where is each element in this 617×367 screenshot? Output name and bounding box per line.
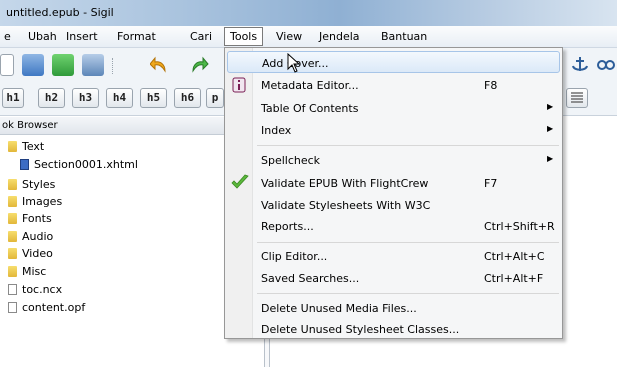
info-icon: [232, 77, 246, 93]
toolbar-separator: [112, 58, 113, 74]
undo-icon[interactable]: [149, 54, 170, 76]
window-title: untitled.epub - Sigil: [6, 6, 114, 19]
menu-item-reports[interactable]: Reports... Ctrl+Shift+R: [227, 215, 560, 237]
menu-file[interactable]: e: [4, 30, 11, 43]
tools-menu-dropdown: Add Cover... Metadata Editor... F8 Table…: [224, 47, 563, 339]
file-icon: [8, 284, 17, 295]
file-icon: [8, 302, 17, 313]
folder-icon: [8, 196, 17, 207]
folder-icon: [8, 141, 17, 152]
menu-view[interactable]: View: [276, 30, 302, 43]
menu-insert[interactable]: Insert: [66, 30, 98, 43]
menu-item-validate-epub[interactable]: Validate EPUB With FlightCrew F7: [227, 172, 560, 194]
menu-format[interactable]: Format: [117, 30, 156, 43]
book-browser-header: ok Browser: [0, 117, 262, 135]
heading-4-button[interactable]: h4: [106, 88, 133, 108]
menu-item-index[interactable]: Index ▶: [227, 119, 560, 141]
menu-item-spellcheck[interactable]: Spellcheck ▶: [227, 149, 560, 171]
menu-item-table-of-contents[interactable]: Table Of Contents ▶: [227, 97, 560, 119]
menu-bantuan[interactable]: Bantuan: [381, 30, 427, 43]
redo-icon[interactable]: [190, 54, 210, 76]
menu-item-saved-searches[interactable]: Saved Searches... Ctrl+Alt+F: [227, 267, 560, 289]
menu-item-metadata-editor[interactable]: Metadata Editor... F8: [227, 74, 560, 96]
title-bar: untitled.epub - Sigil: [0, 0, 617, 26]
xhtml-file-icon: [20, 159, 29, 170]
submenu-arrow-icon: ▶: [547, 154, 554, 163]
paragraph-button[interactable]: p: [206, 88, 224, 108]
menu-cari[interactable]: Cari: [190, 30, 212, 43]
anchor-icon[interactable]: [570, 54, 590, 76]
heading-5-button[interactable]: h5: [140, 88, 167, 108]
menu-item-delete-unused-classes[interactable]: Delete Unused Stylesheet Classes...: [227, 318, 560, 340]
menu-item-add-cover[interactable]: Add Cover...: [227, 51, 560, 73]
menu-item-clip-editor[interactable]: Clip Editor... Ctrl+Alt+C: [227, 245, 560, 267]
menu-separator: [257, 293, 559, 294]
submenu-arrow-icon: ▶: [547, 124, 554, 133]
save-icon[interactable]: [82, 54, 104, 76]
menu-separator: [257, 242, 559, 243]
menu-ubah[interactable]: Ubah: [28, 30, 57, 43]
new-file-icon[interactable]: [0, 54, 14, 76]
folder-icon: [8, 231, 17, 242]
add-file-icon[interactable]: [52, 54, 74, 76]
folder-icon: [8, 248, 17, 259]
submenu-arrow-icon: ▶: [547, 102, 554, 111]
align-justify-icon[interactable]: [566, 88, 588, 108]
book-browser-tree: Text Section0001.xhtml Styles Images Fon…: [0, 137, 262, 367]
menu-item-delete-unused-media[interactable]: Delete Unused Media Files...: [227, 297, 560, 319]
link-icon[interactable]: [596, 54, 616, 76]
heading-6-button[interactable]: h6: [174, 88, 201, 108]
mouse-cursor-icon: [287, 52, 301, 73]
heading-3-button[interactable]: h3: [72, 88, 99, 108]
folder-icon: [8, 266, 17, 277]
menu-tools[interactable]: Tools: [224, 27, 264, 46]
folder-icon: [8, 213, 17, 224]
menu-bar: e Ubah Insert Format Cari Tools View Jen…: [0, 26, 617, 48]
open-folder-icon[interactable]: [22, 54, 44, 76]
checkmark-icon: [231, 174, 249, 190]
menu-item-validate-stylesheets[interactable]: Validate Stylesheets With W3C: [227, 194, 560, 216]
menu-separator: [257, 145, 559, 146]
heading-1-button[interactable]: h1: [2, 88, 24, 108]
heading-2-button[interactable]: h2: [38, 88, 65, 108]
folder-icon: [8, 179, 17, 190]
menu-jendela[interactable]: Jendela: [319, 30, 360, 43]
